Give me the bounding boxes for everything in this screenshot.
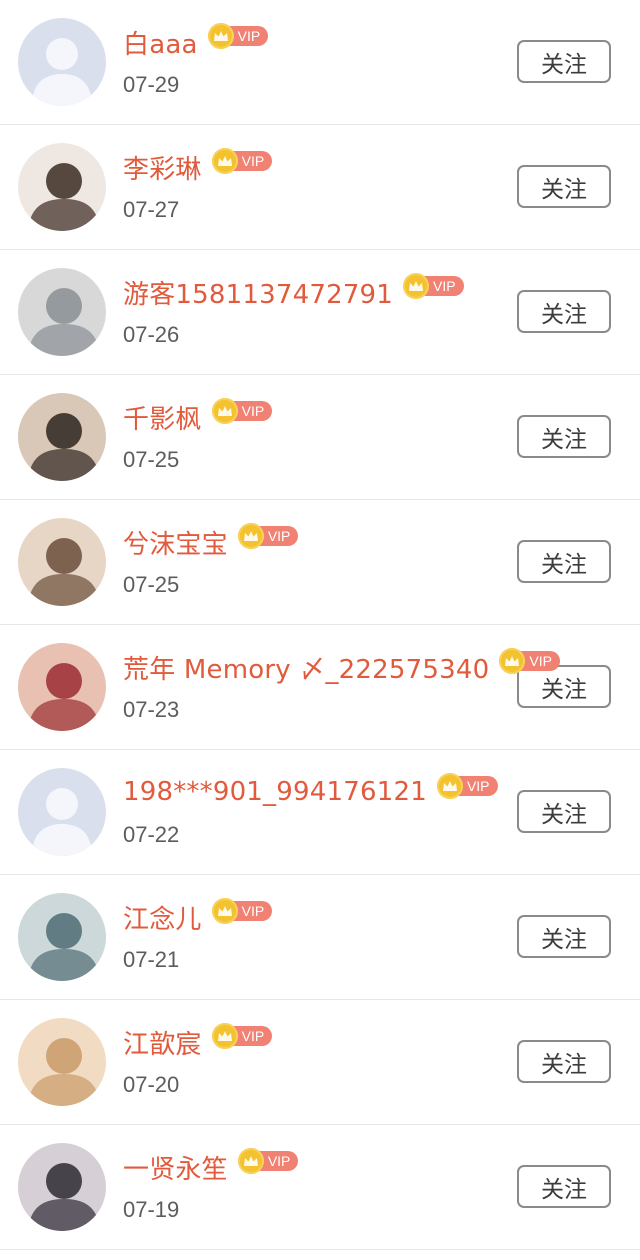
vip-badge: VIP — [211, 1023, 273, 1049]
default-avatar[interactable] — [18, 768, 106, 856]
crown-icon — [403, 273, 430, 299]
name-line: 千影枫 VIP — [123, 397, 273, 437]
user-row[interactable]: 李彩琳 VIP 07-27 关注 — [0, 125, 640, 250]
name-line: 李彩琳 VIP — [123, 147, 273, 187]
vip-badge: VIP — [237, 523, 299, 549]
follow-button[interactable]: 关注 — [517, 915, 611, 958]
user-row[interactable]: 游客1581137472791 VIP 07-26 关注 — [0, 250, 640, 375]
photo-avatar[interactable] — [18, 893, 106, 981]
crown-icon — [211, 1023, 238, 1049]
photo-avatar[interactable] — [18, 143, 106, 231]
user-row[interactable]: 荒年 Memory 〆_222575340 VIP 07-23 关注 — [0, 625, 640, 750]
user-name[interactable]: 江念儿 — [123, 899, 202, 936]
user-name[interactable]: 李彩琳 — [123, 149, 202, 186]
follow-date: 07-23 — [123, 697, 180, 722]
vip-badge: VIP — [207, 23, 269, 49]
follow-date: 07-22 — [123, 822, 180, 847]
follow-date: 07-27 — [123, 197, 180, 222]
name-line: 游客1581137472791 VIP — [123, 272, 464, 312]
user-row[interactable]: 白aaa VIP 07-29 关注 — [0, 0, 640, 125]
photo-avatar[interactable] — [18, 1018, 106, 1106]
crown-icon — [211, 898, 238, 924]
vip-badge: VIP — [211, 148, 273, 174]
follow-date: 07-26 — [123, 322, 180, 347]
user-row[interactable]: 198***901_994176121 VIP 07-22 关注 — [0, 750, 640, 875]
user-row[interactable]: 千影枫 VIP 07-25 关注 — [0, 375, 640, 500]
follow-date: 07-20 — [123, 1072, 180, 1097]
vip-badge: VIP — [499, 648, 560, 674]
vip-badge: VIP — [237, 1148, 299, 1174]
follower-list: 白aaa VIP 07-29 关注 李彩琳 VIP 07-27 关注 游客15811374727… — [0, 0, 640, 1250]
follow-button[interactable]: 关注 — [517, 1040, 611, 1083]
crown-icon — [211, 148, 238, 174]
name-line: 江念儿 VIP — [123, 897, 273, 937]
name-line: 198***901_994176121 VIP — [123, 772, 498, 812]
user-name[interactable]: 千影枫 — [123, 399, 202, 436]
user-name[interactable]: 兮沫宝宝 — [123, 524, 228, 561]
name-line: 白aaa VIP — [123, 22, 269, 62]
user-name[interactable]: 一贤永笙 — [123, 1149, 228, 1186]
crown-icon — [237, 523, 264, 549]
user-name[interactable]: 白aaa — [123, 24, 198, 61]
name-line: 一贤永笙 VIP — [123, 1147, 299, 1187]
user-row[interactable]: 江念儿 VIP 07-21 关注 — [0, 875, 640, 1000]
photo-avatar[interactable] — [18, 268, 106, 356]
follow-date: 07-21 — [123, 947, 180, 972]
vip-badge: VIP — [211, 398, 273, 424]
name-line: 江歆宸 VIP — [123, 1022, 273, 1062]
follow-date: 07-25 — [123, 447, 180, 472]
user-name[interactable]: 荒年 Memory 〆_222575340 — [123, 649, 489, 686]
user-name[interactable]: 江歆宸 — [123, 1024, 202, 1061]
name-line: 兮沫宝宝 VIP — [123, 522, 299, 562]
follow-button[interactable]: 关注 — [517, 790, 611, 833]
user-row[interactable]: 兮沫宝宝 VIP 07-25 关注 — [0, 500, 640, 625]
user-row[interactable]: 江歆宸 VIP 07-20 关注 — [0, 1000, 640, 1125]
photo-avatar[interactable] — [18, 518, 106, 606]
follow-button[interactable]: 关注 — [517, 40, 611, 83]
name-line: 荒年 Memory 〆_222575340 VIP — [123, 647, 560, 687]
follow-date: 07-29 — [123, 72, 180, 97]
vip-badge: VIP — [403, 273, 464, 299]
follow-button[interactable]: 关注 — [517, 665, 611, 708]
follow-button[interactable]: 关注 — [517, 540, 611, 583]
follow-date: 07-25 — [123, 572, 180, 597]
default-avatar[interactable] — [18, 18, 106, 106]
follow-button[interactable]: 关注 — [517, 1165, 611, 1208]
crown-icon — [237, 1148, 264, 1174]
crown-icon — [207, 23, 234, 49]
vip-badge: VIP — [211, 898, 273, 924]
photo-avatar[interactable] — [18, 643, 106, 731]
crown-icon — [211, 398, 238, 424]
follow-date: 07-19 — [123, 1197, 180, 1222]
photo-avatar[interactable] — [18, 393, 106, 481]
photo-avatar[interactable] — [18, 1143, 106, 1231]
vip-badge: VIP — [436, 773, 498, 799]
follow-button[interactable]: 关注 — [517, 415, 611, 458]
user-name[interactable]: 198***901_994176121 — [123, 777, 427, 807]
user-row[interactable]: 一贤永笙 VIP 07-19 关注 — [0, 1125, 640, 1250]
user-name[interactable]: 游客1581137472791 — [123, 274, 393, 311]
crown-icon — [436, 773, 463, 799]
follow-button[interactable]: 关注 — [517, 290, 611, 333]
follow-button[interactable]: 关注 — [517, 165, 611, 208]
